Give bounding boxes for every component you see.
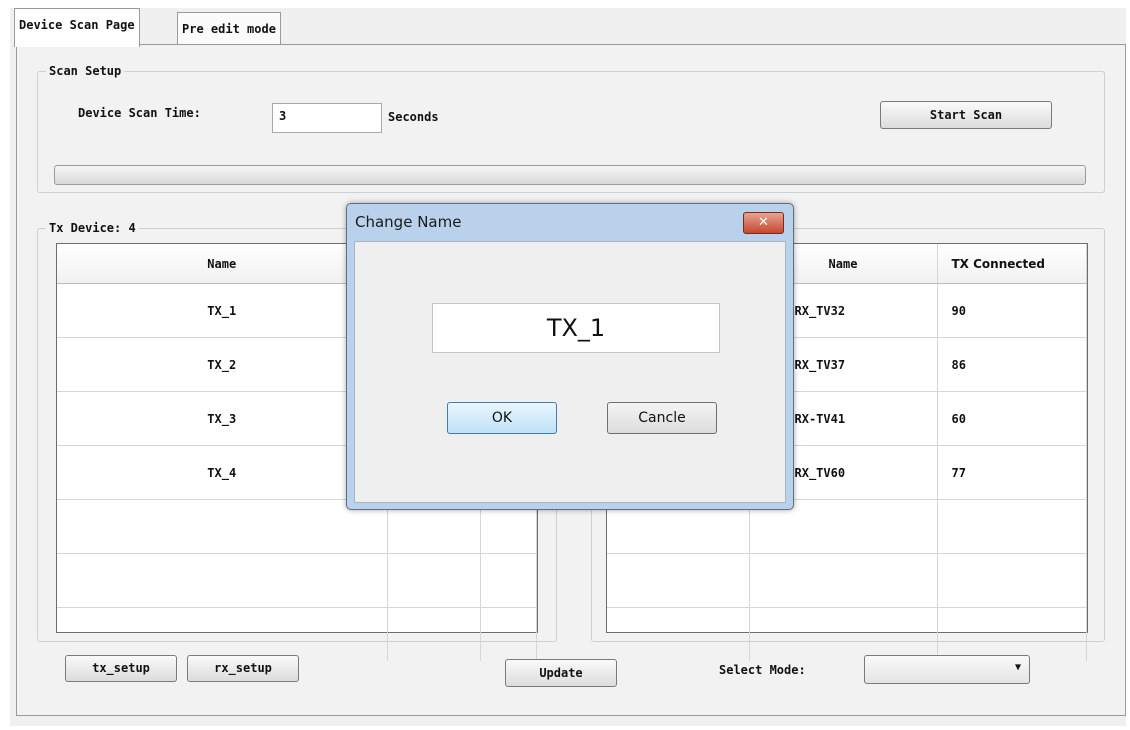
table-row[interactable] <box>57 607 537 661</box>
rx-tx-connected-cell[interactable]: 86 <box>937 337 1087 392</box>
table-row[interactable] <box>607 607 1087 661</box>
update-button[interactable]: Update <box>505 659 617 687</box>
select-mode-label: Select Mode: <box>719 663 806 677</box>
tx-connected-header[interactable]: TX Connected <box>937 244 1087 284</box>
select-mode-dropdown[interactable]: ▼ <box>864 655 1030 684</box>
rx-setup-button[interactable]: rx_setup <box>187 655 299 682</box>
tx-device-count: Tx Device: 4 <box>46 220 139 236</box>
scan-progress-bar <box>54 165 1086 185</box>
tx-name-cell[interactable]: TX_2 <box>57 337 388 392</box>
device-scan-time-input[interactable]: 3 <box>272 103 382 133</box>
change-name-dialog: Change Name ✕ TX_1 OK Cancle <box>346 203 794 510</box>
new-name-input[interactable]: TX_1 <box>432 303 720 353</box>
tx-name-cell[interactable]: TX_3 <box>57 391 388 446</box>
table-row[interactable] <box>57 553 537 608</box>
rx-tx-connected-cell[interactable]: 90 <box>937 283 1087 338</box>
cancel-button[interactable]: Cancle <box>607 402 717 434</box>
rx-tx-connected-cell[interactable]: 77 <box>937 445 1087 500</box>
dialog-body: TX_1 OK Cancle <box>354 241 786 503</box>
tx-name-cell[interactable]: TX_1 <box>57 283 388 338</box>
tx-setup-button[interactable]: tx_setup <box>65 655 177 682</box>
chevron-down-icon: ▼ <box>1014 662 1021 673</box>
table-row[interactable] <box>607 553 1087 608</box>
device-scan-time-label: Device Scan Time: <box>78 106 201 120</box>
start-scan-button[interactable]: Start Scan <box>880 101 1052 129</box>
tx-name-cell[interactable]: TX_4 <box>57 445 388 500</box>
close-icon[interactable]: ✕ <box>743 212 784 234</box>
tab-pre-edit-mode[interactable]: Pre edit mode <box>177 12 281 45</box>
ok-button[interactable]: OK <box>447 402 557 434</box>
tx-name-header[interactable]: Name <box>57 244 388 284</box>
dialog-title: Change Name <box>355 213 462 231</box>
rx-tx-connected-cell[interactable]: 60 <box>937 391 1087 446</box>
scan-setup-title: Scan Setup <box>46 63 125 79</box>
scan-setup-group: Scan Setup Device Scan Time: 3 Seconds S… <box>37 63 1105 193</box>
tab-device-scan-page[interactable]: Device Scan Page <box>14 8 140 47</box>
seconds-label: Seconds <box>388 110 439 124</box>
